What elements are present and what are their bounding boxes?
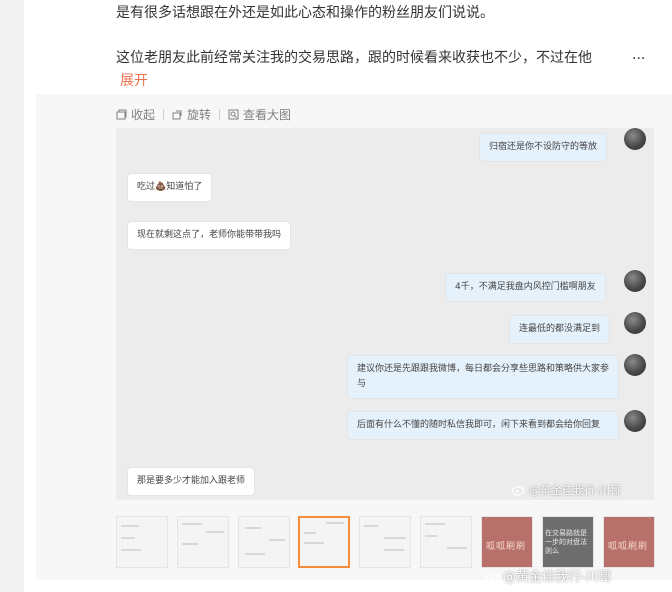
- chat-bubble-right: 建议你还是先跟跟我微博，每日都会分享些思路和策略供大家参与: [348, 356, 618, 398]
- chat-screenshot-image[interactable]: 归宿还是你不设防守的等放 吃过💩知道怕了 现在就剩这点了，老师你能带带我吗 4千…: [116, 128, 654, 500]
- post-line-2: 这位老朋友此前经常关注我的交易思路，跟的时候看来收获也不少，不过在他: [116, 50, 592, 66]
- chat-bubble-left: 吃过💩知道怕了: [128, 174, 212, 201]
- rotate-button[interactable]: 旋转: [172, 106, 211, 123]
- toolbar-divider: [163, 108, 165, 120]
- rotate-label: 旋转: [187, 107, 212, 122]
- chat-bubble-right: 后面有什么不懂的随时私信我即可，闲下来看到都会给你回复: [348, 412, 618, 439]
- avatar: [624, 270, 646, 292]
- avatar: [624, 312, 646, 334]
- watermark-text: @黄金佳我行-川哥: [529, 484, 621, 497]
- thumbnail-caption: 在交易路就是一步的对盘法则么: [545, 529, 587, 555]
- thumbnail[interactable]: [420, 516, 472, 568]
- post-line-1: 是有很多话想跟在外还是如此心态和操作的粉丝朋友们说说。: [116, 5, 494, 21]
- weibo-icon: [512, 485, 525, 496]
- weibo-icon: [486, 572, 499, 583]
- post-ellipsis: ...: [632, 47, 646, 63]
- thumbnail-caption: 呱呱刷刷: [608, 542, 649, 552]
- thumbnail[interactable]: 呱呱刷刷: [603, 516, 655, 568]
- chat-bubble-left: 那是要多少才能加入跟老师: [128, 468, 255, 495]
- watermark-text: @黄金佳我行-川哥: [503, 570, 612, 585]
- thumbnail-active[interactable]: [298, 516, 350, 568]
- image-watermark: @黄金佳我行-川哥: [512, 482, 621, 498]
- avatar: [624, 354, 646, 376]
- thumbnail[interactable]: [359, 516, 411, 568]
- thumbnail[interactable]: 呱呱刷刷: [481, 516, 533, 568]
- chat-bubble-right: 归宿还是你不设防守的等放: [480, 134, 607, 161]
- thumbnail[interactable]: [238, 516, 290, 568]
- zoom-icon: [228, 109, 239, 119]
- chat-bubble-right: 连最低的都没满足到: [510, 316, 610, 343]
- view-large-button[interactable]: 查看大图: [228, 106, 291, 123]
- thumbnail-caption: 呱呱刷刷: [486, 542, 527, 552]
- expand-link[interactable]: 展开: [120, 70, 148, 90]
- thumbnail[interactable]: 在交易路就是一步的对盘法则么: [542, 516, 594, 568]
- collapse-button[interactable]: 收起: [116, 106, 155, 123]
- left-gutter: [0, 0, 24, 592]
- view-large-label: 查看大图: [243, 107, 292, 122]
- thumbnail[interactable]: [116, 516, 168, 568]
- chat-bubble-right: 4千，不满足我盘内风控门槛啊朋友: [446, 274, 605, 301]
- rotate-icon: [172, 110, 182, 119]
- collapse-label: 收起: [131, 107, 156, 122]
- chat-bubble-left: 现在就剩这点了，老师你能带带我吗: [128, 222, 291, 249]
- page-watermark: @黄金佳我行-川哥: [486, 566, 612, 585]
- collapse-icon: [116, 109, 127, 119]
- thumbnail[interactable]: [177, 516, 229, 568]
- media-toolbar: 收起 旋转 查看大图: [116, 104, 291, 124]
- avatar: [624, 128, 646, 150]
- avatar: [624, 410, 646, 432]
- toolbar-divider: [219, 108, 221, 120]
